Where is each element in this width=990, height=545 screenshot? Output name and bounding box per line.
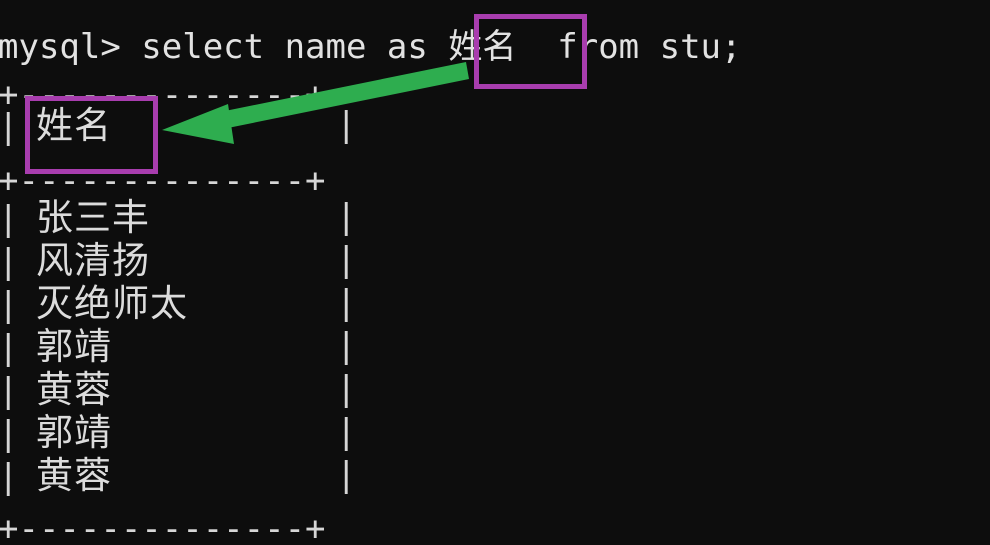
table-row: | 风清扬 (0, 239, 150, 284)
table-bar-right: | (336, 240, 357, 280)
table-row: | 郭靖 (0, 325, 112, 370)
table-cell-name: 黄蓉 (36, 454, 112, 497)
table-cell-name: 郭靖 (36, 325, 112, 368)
table-cell-name: 风清扬 (36, 239, 150, 282)
table-bar-left: | (0, 242, 19, 282)
table-bar-right: | (336, 369, 357, 409)
table-bar-right: | (336, 412, 357, 452)
table-bar-right-header: | (336, 105, 357, 145)
table-bar-right: | (336, 197, 357, 237)
table-row: | 灭绝师太 (0, 282, 188, 327)
table-bar-left: | (0, 285, 19, 325)
highlight-box-alias-header (25, 96, 158, 174)
table-bar-right: | (336, 455, 357, 495)
table-row: | 郭靖 (0, 411, 112, 456)
terminal-screen: mysql> select name as 姓名 from stu; +----… (0, 0, 990, 545)
command-line: mysql> select name as 姓名 from stu; (0, 26, 742, 69)
table-bar-left: | (0, 371, 19, 411)
command-text: mysql> select name as 姓名 from stu; (0, 27, 742, 67)
table-bar-left: | (0, 414, 19, 454)
table-bar-right: | (336, 326, 357, 366)
table-bar-right: | (336, 283, 357, 323)
table-bar-left: | (0, 328, 19, 368)
table-row: | 张三丰 (0, 196, 150, 241)
table-cell-name: 灭绝师太 (36, 282, 188, 325)
table-row: | 黄蓉 (0, 368, 112, 413)
table-border-bottom: +--------------+ (0, 509, 326, 545)
table-bar-left: | (0, 199, 19, 239)
table-bar-left: | (0, 107, 19, 147)
table-cell-name: 郭靖 (36, 411, 112, 454)
table-cell-name: 黄蓉 (36, 368, 112, 411)
highlight-box-alias-command (474, 14, 587, 89)
table-cell-name: 张三丰 (36, 196, 150, 239)
table-row: | 黄蓉 (0, 454, 112, 499)
table-bar-left: | (0, 457, 19, 497)
